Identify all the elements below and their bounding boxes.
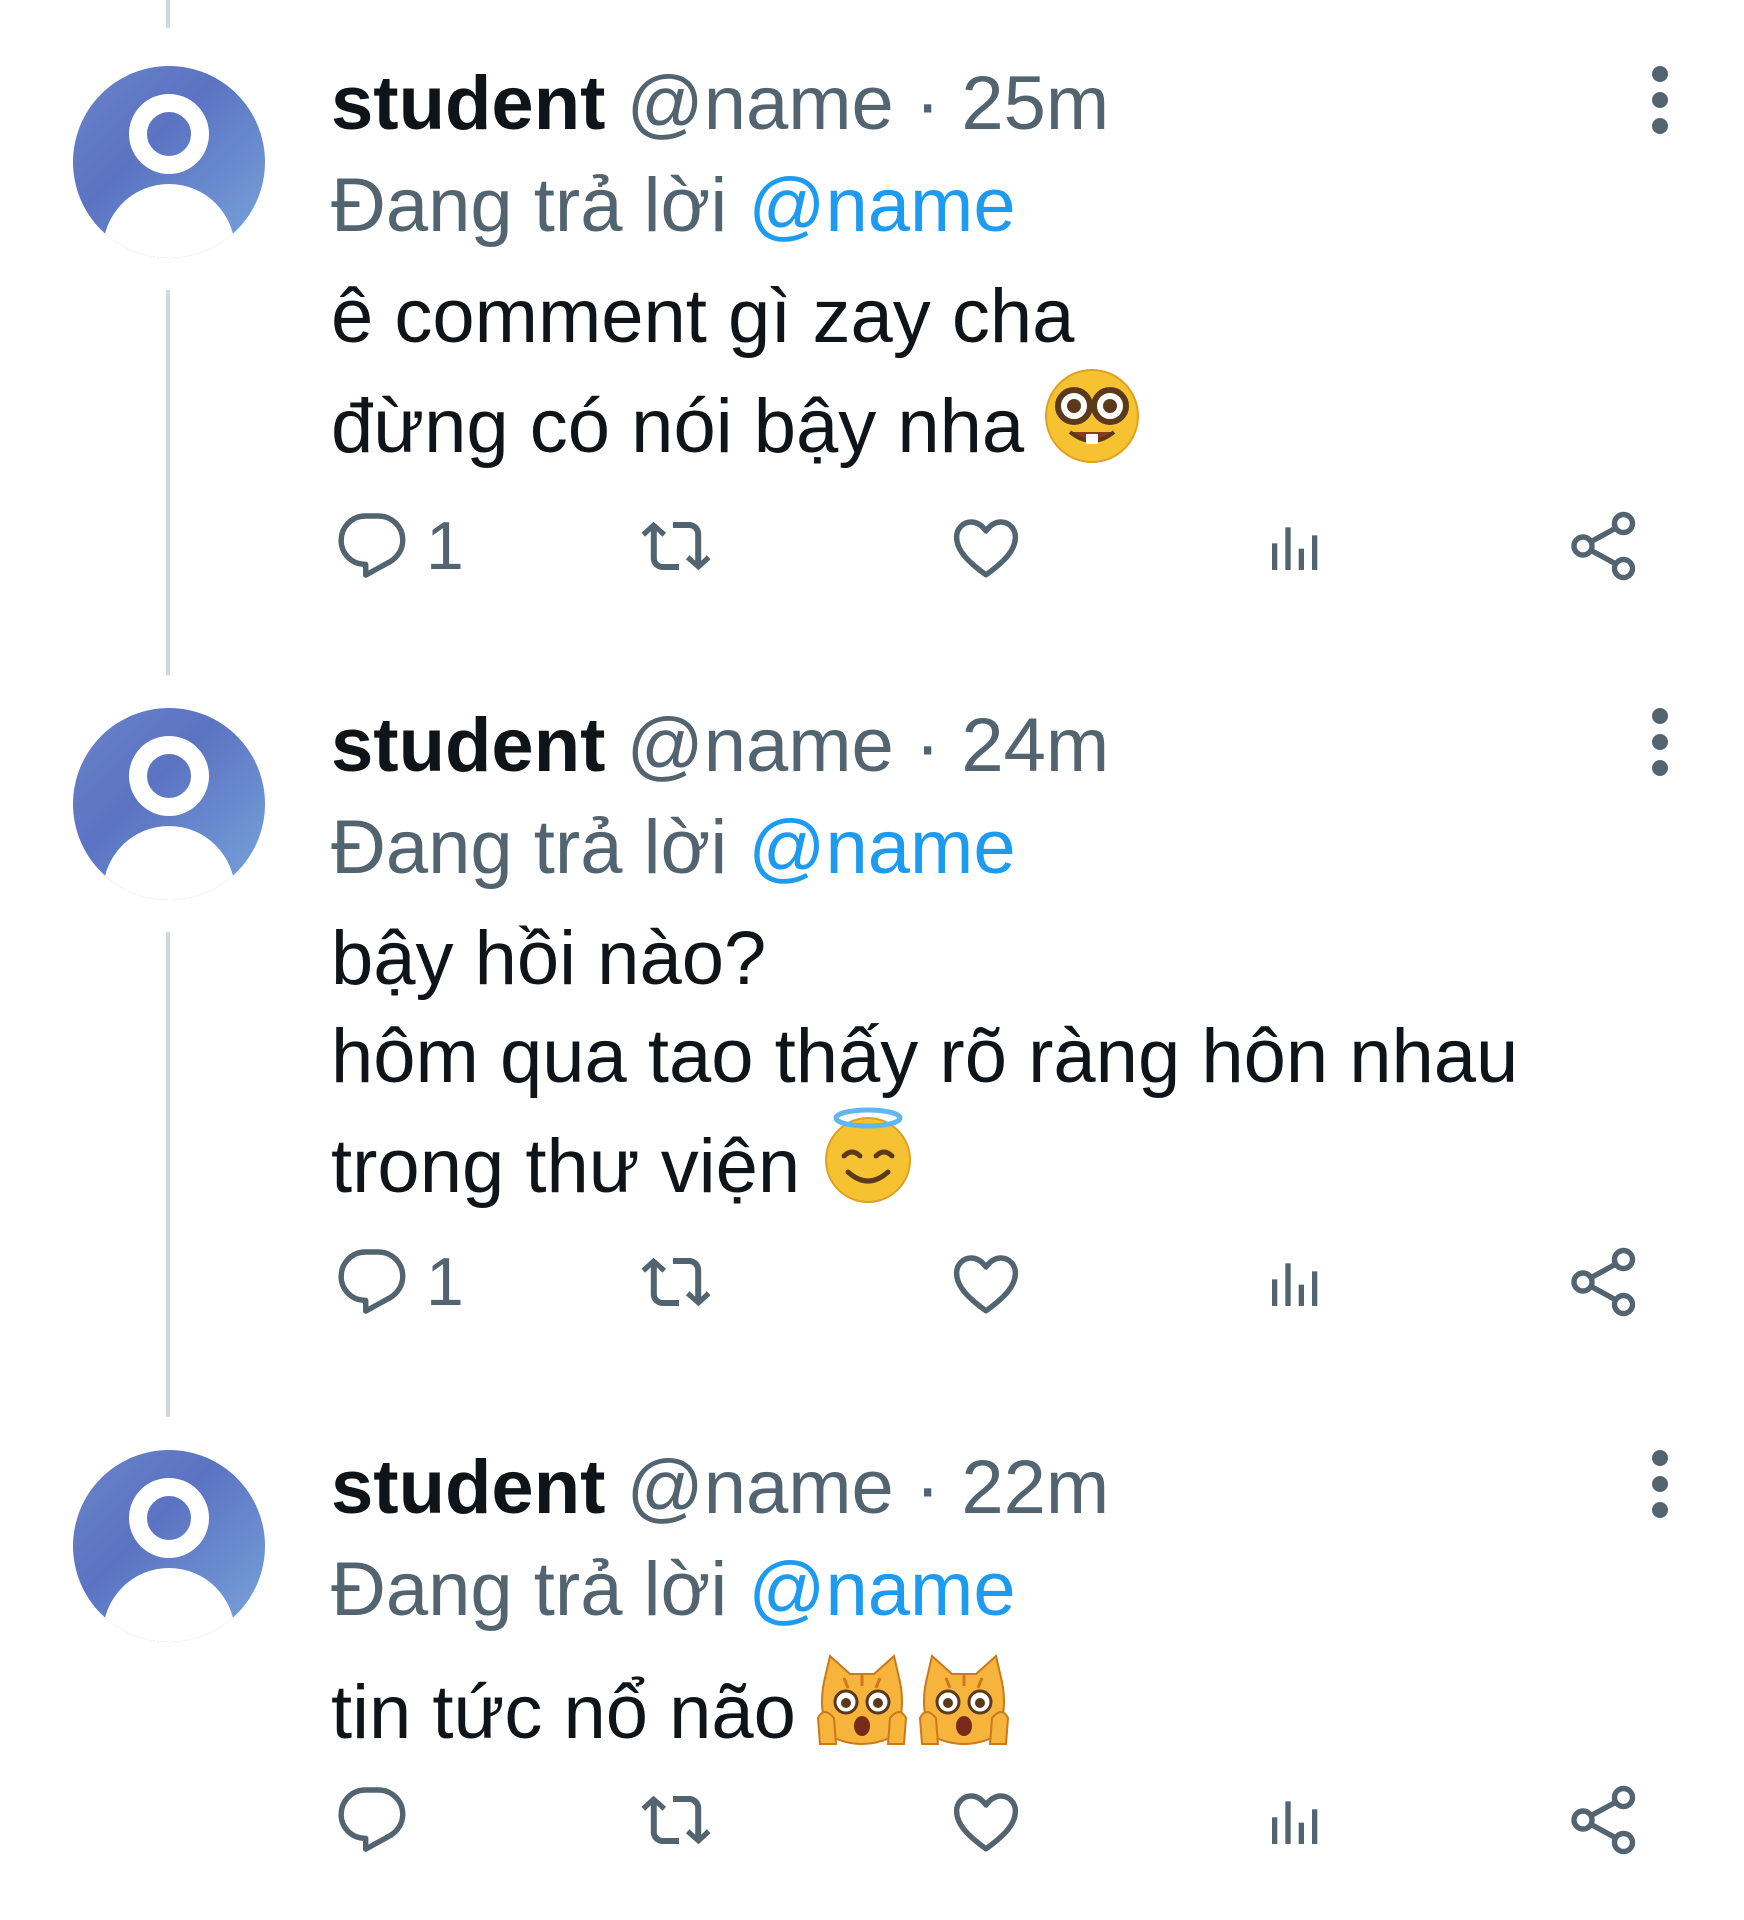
timestamp[interactable]: 22m xyxy=(961,1445,1109,1530)
more-options-icon[interactable] xyxy=(1640,1450,1680,1550)
text-line: đừng có nói bậy nha xyxy=(331,384,1025,469)
text-line: trong thư viện xyxy=(331,1124,801,1209)
views-button[interactable] xyxy=(1264,1242,1328,1322)
share-icon xyxy=(1571,511,1636,581)
text-line: tin tức nổ não xyxy=(331,1670,796,1755)
reply-count: 1 xyxy=(426,508,464,584)
share-icon xyxy=(1571,1247,1636,1317)
mention-link[interactable]: @name xyxy=(748,163,1015,248)
weary-cat-emoji xyxy=(814,1652,910,1776)
avatar[interactable] xyxy=(73,66,265,258)
display-name[interactable]: student xyxy=(331,703,605,788)
tweet-text: bậy hồi nào? hôm qua tao thấy rõ ràng hô… xyxy=(331,910,1518,1230)
more-options-icon[interactable] xyxy=(1640,708,1680,808)
retweet-icon xyxy=(641,521,711,571)
mention-link[interactable]: @name xyxy=(748,805,1015,890)
share-button[interactable] xyxy=(1568,1242,1640,1322)
more-options-icon[interactable] xyxy=(1640,66,1680,166)
display-name[interactable]: student xyxy=(331,61,605,146)
display-name[interactable]: student xyxy=(331,1445,605,1530)
replying-to: Đang trả lời @name xyxy=(331,156,1016,256)
smiling-face-with-halo-emoji xyxy=(818,1106,918,1230)
text-line-with-emoji: trong thư viện xyxy=(331,1106,1518,1230)
avatar[interactable] xyxy=(73,1450,265,1642)
reply-count: 1 xyxy=(426,1244,464,1320)
tweet[interactable]: student @name · 25m Đang trả lời @name ê… xyxy=(0,61,1744,626)
views-icon xyxy=(1272,1801,1318,1844)
thread-line-top xyxy=(166,0,170,28)
text-line-with-emoji: tin tức nổ não xyxy=(331,1652,1012,1776)
timestamp[interactable]: 25m xyxy=(961,61,1109,146)
tweet-text: tin tức nổ não xyxy=(331,1652,1012,1776)
like-button[interactable] xyxy=(950,506,1022,586)
tweet[interactable]: student @name · 22m Đang trả lời @name t… xyxy=(0,1445,1744,1910)
reply-button[interactable] xyxy=(336,1780,426,1860)
views-button[interactable] xyxy=(1264,506,1328,586)
like-icon xyxy=(953,1793,1019,1852)
views-button[interactable] xyxy=(1264,1780,1328,1860)
user-handle[interactable]: @name xyxy=(627,61,894,146)
text-line: ê comment gì zay cha xyxy=(331,274,1075,359)
tweet-header: student @name · 24m xyxy=(331,696,1109,796)
tweet-actions: 1 xyxy=(0,1242,1744,1322)
reply-button[interactable]: 1 xyxy=(336,1242,464,1322)
mention-link[interactable]: @name xyxy=(748,1547,1015,1632)
separator-dot: · xyxy=(914,61,941,146)
reply-icon xyxy=(338,1787,406,1852)
reply-icon xyxy=(338,1249,406,1314)
share-icon xyxy=(1571,1785,1636,1855)
replying-prefix: Đang trả lời xyxy=(331,1547,728,1632)
retweet-icon xyxy=(641,1795,711,1845)
share-button[interactable] xyxy=(1568,1780,1640,1860)
text-line: bậy hồi nào? xyxy=(331,916,767,1001)
nerd-face-emoji xyxy=(1042,366,1142,490)
like-button[interactable] xyxy=(950,1242,1022,1322)
like-icon xyxy=(953,1255,1019,1314)
user-handle[interactable]: @name xyxy=(627,1445,894,1530)
tweet-header: student @name · 25m xyxy=(331,54,1109,154)
separator-dot: · xyxy=(914,1445,941,1530)
like-button[interactable] xyxy=(950,1780,1022,1860)
retweet-button[interactable] xyxy=(636,1780,716,1860)
share-button[interactable] xyxy=(1568,506,1640,586)
replying-prefix: Đang trả lời xyxy=(331,805,728,890)
weary-cat-emoji xyxy=(916,1652,1012,1776)
tweet-actions xyxy=(0,1780,1744,1860)
retweet-icon xyxy=(641,1257,711,1307)
text-line: hôm qua tao thấy rõ ràng hôn nhau xyxy=(331,1014,1519,1099)
retweet-button[interactable] xyxy=(636,1242,716,1322)
tweet-text: ê comment gì zay cha đừng có nói bậy nha xyxy=(331,268,1142,490)
replying-to: Đang trả lời @name xyxy=(331,1540,1016,1640)
like-icon xyxy=(953,519,1019,578)
tweet-actions: 1 xyxy=(0,506,1744,586)
retweet-button[interactable] xyxy=(636,506,716,586)
user-handle[interactable]: @name xyxy=(627,703,894,788)
tweet-header: student @name · 22m xyxy=(331,1438,1109,1538)
tweet[interactable]: student @name · 24m Đang trả lời @name b… xyxy=(0,703,1744,1348)
timestamp[interactable]: 24m xyxy=(961,703,1109,788)
views-icon xyxy=(1272,527,1318,570)
reply-button[interactable]: 1 xyxy=(336,506,464,586)
text-line-with-emoji: đừng có nói bậy nha xyxy=(331,366,1142,490)
avatar[interactable] xyxy=(73,708,265,900)
views-icon xyxy=(1272,1263,1318,1306)
reply-icon xyxy=(338,513,406,578)
replying-to: Đang trả lời @name xyxy=(331,798,1016,898)
separator-dot: · xyxy=(914,703,941,788)
replying-prefix: Đang trả lời xyxy=(331,163,728,248)
